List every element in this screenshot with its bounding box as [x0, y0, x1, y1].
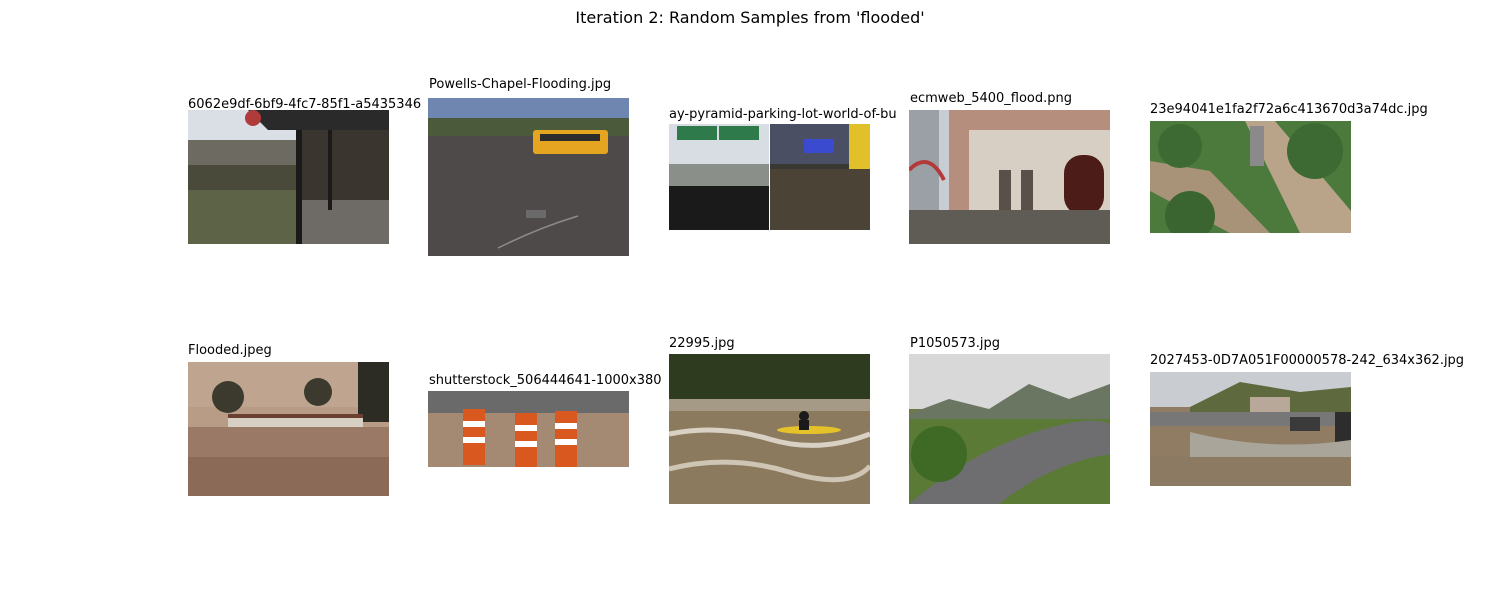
sample-image-aerial-highway [1150, 121, 1351, 233]
sample-label: 2027453-0D7A051F00000578-242_634x362.jpg [1150, 353, 1465, 368]
sample-label: P1050573.jpg [910, 336, 1000, 351]
sample-image-submerged-building [188, 362, 389, 496]
sample-image-flooded-street [188, 110, 389, 244]
sample-image-traffic-barrels [428, 391, 629, 467]
sample-label: ecmweb_5400_flood.png [910, 91, 1072, 106]
sample-label: Flooded.jpeg [188, 343, 272, 358]
sample-label: shutterstock_506444641-1000x380 [429, 373, 662, 388]
sample-label: 23e94041e1fa2f72a6c413670d3a74dc.jpg [1150, 102, 1428, 117]
sample-label: 22995.jpg [669, 336, 735, 351]
sample-image-flooded-building [909, 110, 1110, 244]
sample-label: Powells-Chapel-Flooding.jpg [429, 77, 612, 92]
sample-image-river-valley [909, 354, 1110, 504]
sample-image-seawall-waves [1150, 372, 1351, 486]
sample-image-kayaker [669, 354, 870, 504]
sample-image-parking-lot [669, 124, 870, 230]
sample-label: ay-pyramid-parking-lot-world-of-bu [669, 107, 897, 122]
sample-image-school-bus [428, 98, 629, 256]
figure-title: Iteration 2: Random Samples from 'floode… [575, 8, 925, 27]
